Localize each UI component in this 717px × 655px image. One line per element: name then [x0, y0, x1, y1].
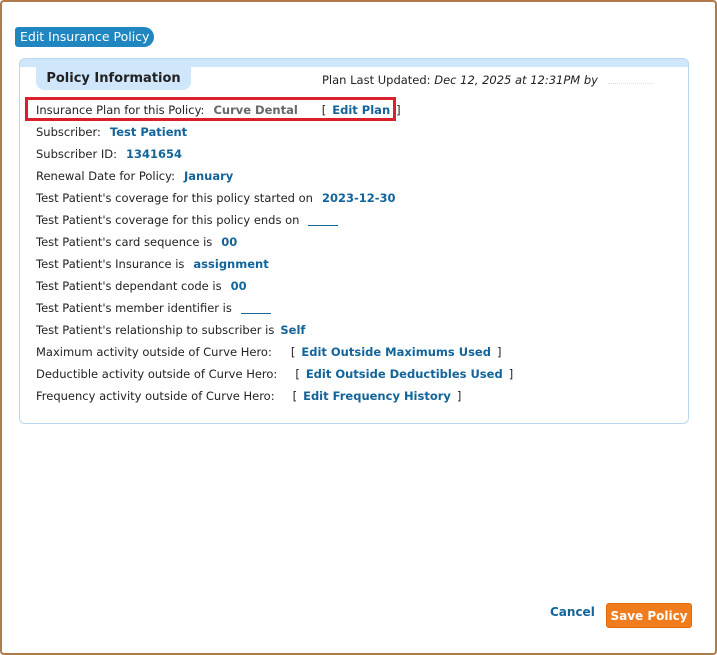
subscriber-id-value: 1341654 — [126, 147, 183, 161]
last-updated-label: Plan Last Updated: — [322, 73, 431, 87]
plan-value: Curve Dental — [213, 103, 298, 117]
insurance-label: Test Patient's Insurance is — [36, 257, 185, 271]
max-activity-label: Maximum activity outside of Curve Hero: — [36, 345, 272, 359]
member-id-label: Test Patient's member identifier is — [36, 301, 232, 315]
row-coverage-start: Test Patient's coverage for this policy … — [36, 189, 396, 207]
card-seq-label: Test Patient's card sequence is — [36, 235, 213, 249]
updated-by-placeholder — [607, 74, 652, 84]
row-insurance-plan: Insurance Plan for this Policy: Curve De… — [36, 103, 401, 117]
relationship-value: Self — [280, 323, 306, 337]
member-id-blank — [240, 303, 271, 314]
deductible-label: Deductible activity outside of Curve Her… — [36, 367, 278, 381]
renewal-label: Renewal Date for Policy: — [36, 169, 175, 183]
dialog-title: Edit Insurance Policy — [15, 27, 155, 47]
row-subscriber: Subscriber: Test Patient — [36, 123, 187, 141]
coverage-end-label: Test Patient's coverage for this policy … — [36, 213, 300, 227]
row-insurance-assignment: Test Patient's Insurance is assignment — [36, 255, 269, 273]
row-card-sequence: Test Patient's card sequence is 00 — [36, 233, 237, 251]
panel-header-bar — [20, 59, 688, 67]
card-seq-value: 00 — [221, 235, 238, 249]
subscriber-id-label: Subscriber ID: — [36, 147, 118, 161]
row-renewal-date: Renewal Date for Policy: January — [36, 167, 233, 185]
coverage-start-value: 2023-12-30 — [321, 191, 396, 205]
row-maximum-activity: Maximum activity outside of Curve Hero: … — [36, 345, 502, 359]
edit-outside-deductibles-link[interactable]: Edit Outside Deductibles Used — [306, 367, 503, 381]
subscriber-value: Test Patient — [109, 125, 188, 139]
row-subscriber-id: Subscriber ID: 1341654 — [36, 145, 182, 163]
plan-label: Insurance Plan for this Policy: — [36, 103, 205, 117]
row-dependant-code: Test Patient's dependant code is 00 — [36, 277, 247, 295]
row-relationship: Test Patient's relationship to subscribe… — [36, 321, 305, 339]
row-deductible-activity: Deductible activity outside of Curve Her… — [36, 367, 514, 381]
row-coverage-end: Test Patient's coverage for this policy … — [36, 211, 339, 229]
row-member-identifier: Test Patient's member identifier is — [36, 299, 271, 317]
frequency-label: Frequency activity outside of Curve Hero… — [36, 389, 275, 403]
save-policy-button[interactable]: Save Policy — [606, 603, 692, 628]
edit-plan-link[interactable]: Edit Plan — [332, 103, 390, 117]
relationship-label: Test Patient's relationship to subscribe… — [36, 323, 275, 337]
plan-last-updated: Plan Last Updated: Dec 12, 2025 at 12:31… — [322, 73, 652, 87]
policy-information-panel: Policy Information Plan Last Updated: De… — [19, 58, 689, 424]
subscriber-label: Subscriber: — [36, 125, 101, 139]
cancel-button[interactable]: Cancel — [550, 605, 595, 619]
dependant-label: Test Patient's dependant code is — [36, 279, 222, 293]
dependant-value: 00 — [230, 279, 247, 293]
row-frequency-activity: Frequency activity outside of Curve Hero… — [36, 389, 462, 403]
coverage-start-label: Test Patient's coverage for this policy … — [36, 191, 313, 205]
policy-information-tab: Policy Information — [36, 67, 191, 90]
renewal-value: January — [183, 169, 234, 183]
edit-outside-maximums-link[interactable]: Edit Outside Maximums Used — [301, 345, 491, 359]
insurance-value: assignment — [193, 257, 269, 271]
edit-frequency-history-link[interactable]: Edit Frequency History — [303, 389, 451, 403]
last-updated-value: Dec 12, 2025 at 12:31PM by — [434, 73, 598, 87]
coverage-end-blank — [308, 215, 339, 226]
